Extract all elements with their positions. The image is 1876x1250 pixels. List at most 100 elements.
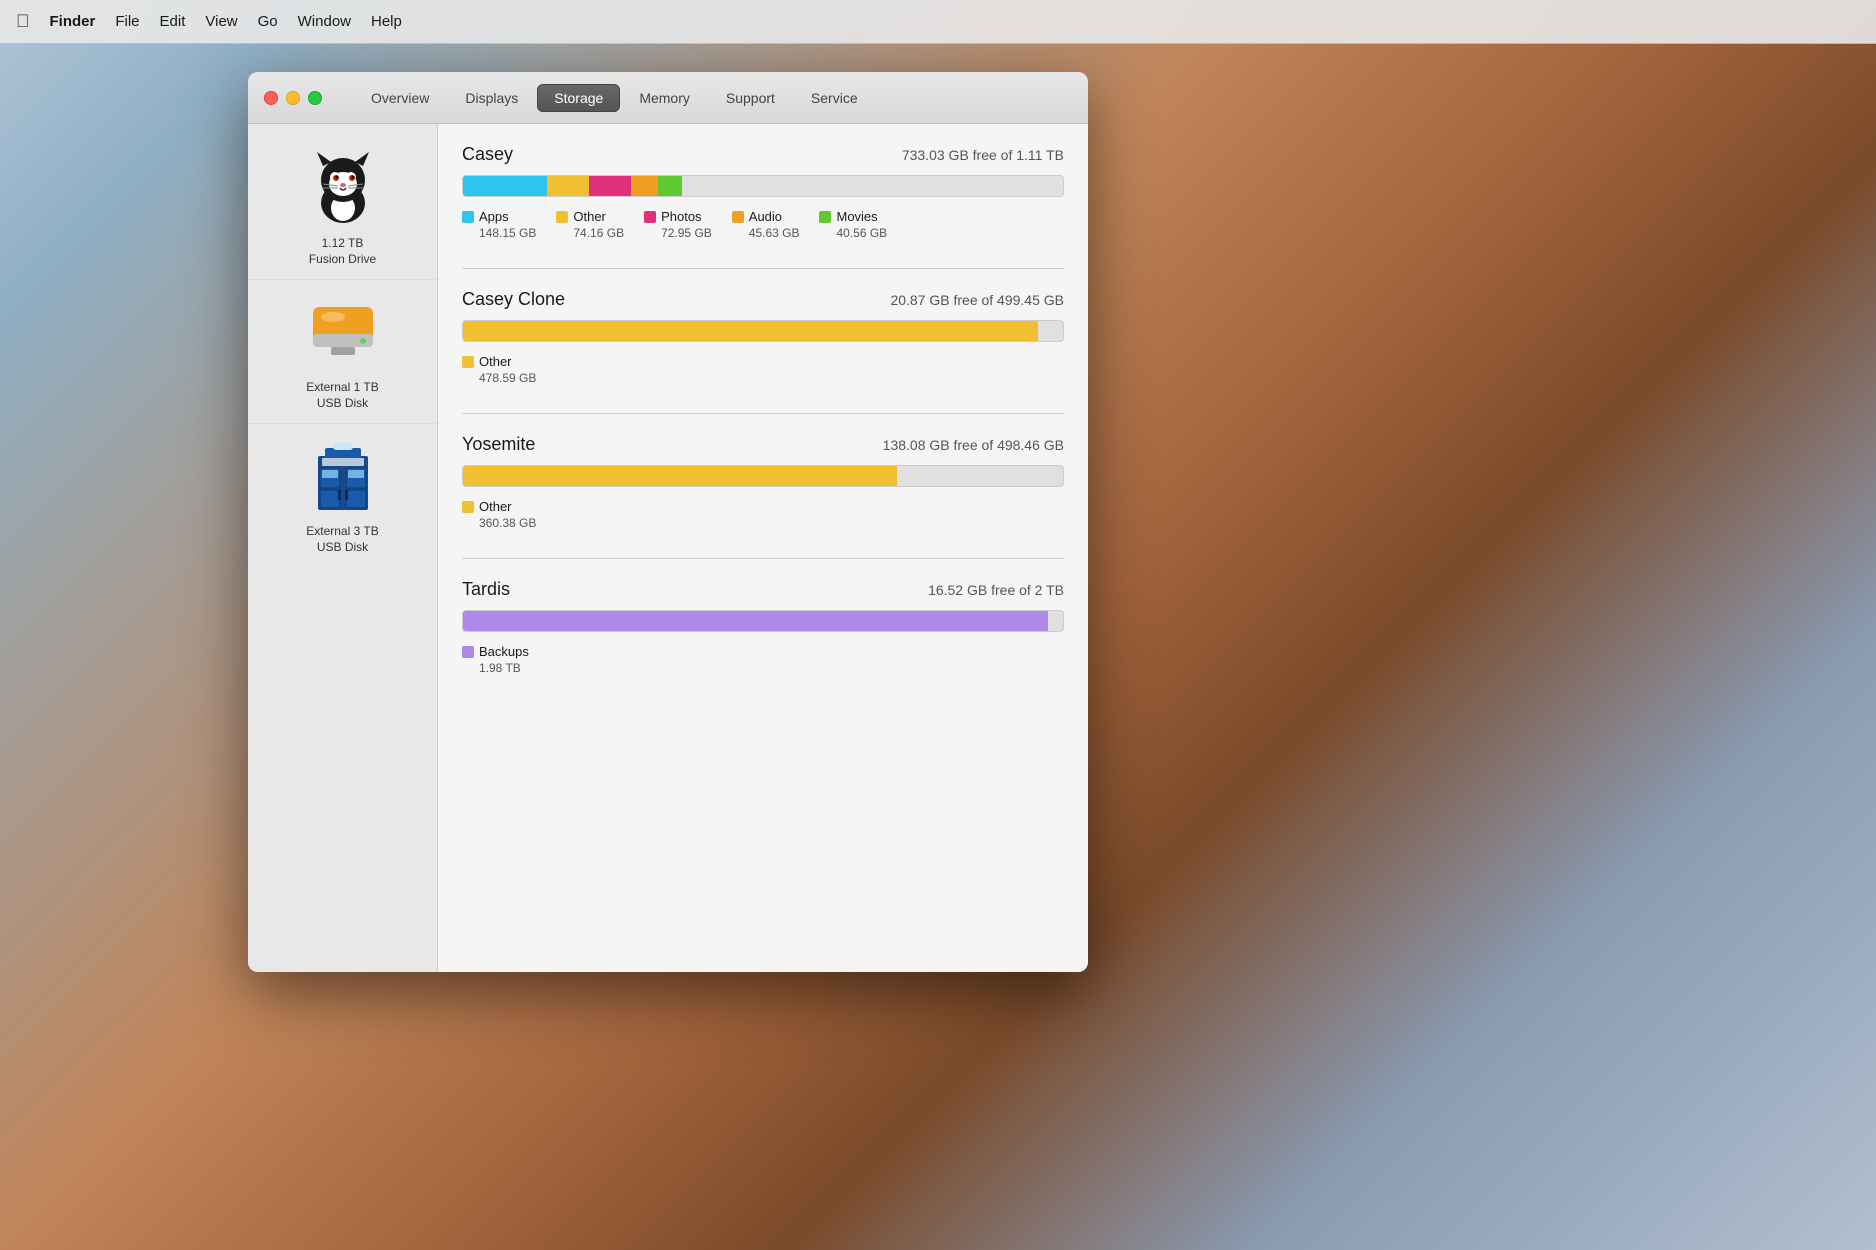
casey-apps-segment [463,176,547,196]
main-content: Casey 733.03 GB free of 1.11 TB Apps [438,124,1088,972]
external-1tb-label: External 1 TB USB Disk [306,380,378,411]
yosemite-other-color [462,501,474,513]
storage-row-casey: Casey 733.03 GB free of 1.11 TB Apps [462,144,1064,240]
storage-row-tardis: Tardis 16.52 GB free of 2 TB Backups 1.9… [462,579,1064,675]
yosemite-name: Yosemite [462,434,535,455]
legend-photos: Photos 72.95 GB [644,209,712,240]
casey-clone-other-segment [463,321,1038,341]
photos-value: 72.95 GB [661,226,712,240]
tardis-drive-name: Tardis [462,579,510,600]
casey-audio-segment [631,176,658,196]
casey-other-segment [547,176,589,196]
apps-color [462,211,474,223]
storage-row-casey-clone: Casey Clone 20.87 GB free of 499.45 GB O… [462,289,1064,385]
casey-clone-progress-bar [462,320,1064,342]
tab-support[interactable]: Support [709,84,792,112]
apple-menu-icon[interactable]:  [16,11,30,32]
casey-legend: Apps 148.15 GB Other 74.16 GB [462,209,1064,240]
backups-label: Backups [479,644,529,659]
sidebar-item-external-1tb[interactable]: External 1 TB USB Disk [248,280,437,424]
clone-other-color [462,356,474,368]
other-value: 74.16 GB [573,226,624,240]
audio-label: Audio [749,209,782,224]
movies-value: 40.56 GB [836,226,887,240]
tab-service[interactable]: Service [794,84,875,112]
yosemite-progress-bar [462,465,1064,487]
legend-apps: Apps 148.15 GB [462,209,536,240]
tab-overview[interactable]: Overview [354,84,446,112]
tab-displays[interactable]: Displays [448,84,535,112]
yosemite-other-segment [463,466,897,486]
yosemite-legend: Other 360.38 GB [462,499,1064,530]
other-color [556,211,568,223]
window-body: 1.12 TB Fusion Drive [248,124,1088,972]
maximize-button[interactable] [308,91,322,105]
casey-drive-name: Casey [462,144,513,165]
menu-edit[interactable]: Edit [160,13,186,30]
menubar:  Finder File Edit View Go Window Help [0,0,1876,44]
casey-movies-segment [658,176,682,196]
tab-memory[interactable]: Memory [622,84,707,112]
tardis-backups-segment [463,611,1048,631]
apps-label: Apps [479,209,509,224]
backups-color [462,646,474,658]
casey-photos-segment [589,176,631,196]
casey-free-space: 733.03 GB free of 1.11 TB [902,147,1064,163]
casey-clone-header: Casey Clone 20.87 GB free of 499.45 GB [462,289,1064,310]
legend-clone-other: Other 478.59 GB [462,354,536,385]
movies-label: Movies [836,209,877,224]
casey-header: Casey 733.03 GB free of 1.11 TB [462,144,1064,165]
legend-backups: Backups 1.98 TB [462,644,529,675]
apps-value: 148.15 GB [479,226,536,240]
casey-clone-legend: Other 478.59 GB [462,354,1064,385]
backups-value: 1.98 TB [479,661,521,675]
photos-label: Photos [661,209,701,224]
sidebar: 1.12 TB Fusion Drive [248,124,438,972]
yosemite-other-value: 360.38 GB [479,516,536,530]
casey-clone-name: Casey Clone [462,289,565,310]
minimize-button[interactable] [286,91,300,105]
audio-value: 45.63 GB [749,226,800,240]
divider-2 [462,413,1064,414]
legend-yosemite-other: Other 360.38 GB [462,499,536,530]
menu-help[interactable]: Help [371,13,402,30]
menu-finder[interactable]: Finder [50,13,96,30]
legend-audio: Audio 45.63 GB [732,209,800,240]
casey-clone-free: 20.87 GB free of 499.45 GB [890,292,1064,308]
other-label: Other [573,209,606,224]
close-button[interactable] [264,91,278,105]
sidebar-item-tardis[interactable]: External 3 TB USB Disk [248,424,437,567]
divider-1 [462,268,1064,269]
storage-row-yosemite: Yosemite 138.08 GB free of 498.46 GB Oth… [462,434,1064,530]
clone-other-label: Other [479,354,512,369]
tardis-icon [303,436,383,516]
about-this-mac-window: Overview Displays Storage Memory Support… [248,72,1088,972]
audio-color [732,211,744,223]
tardis-free: 16.52 GB free of 2 TB [928,582,1064,598]
menu-go[interactable]: Go [258,13,278,30]
menu-window[interactable]: Window [298,13,351,30]
sylvester-icon [303,148,383,228]
casey-drive-label: 1.12 TB Fusion Drive [309,236,376,267]
tardis-label: External 3 TB USB Disk [306,524,378,555]
titlebar: Overview Displays Storage Memory Support… [248,72,1088,124]
legend-other-casey: Other 74.16 GB [556,209,624,240]
menu-file[interactable]: File [115,13,139,30]
external-disk-icon [303,292,383,372]
tardis-header: Tardis 16.52 GB free of 2 TB [462,579,1064,600]
photos-color [644,211,656,223]
casey-progress-bar [462,175,1064,197]
yosemite-header: Yosemite 138.08 GB free of 498.46 GB [462,434,1064,455]
movies-color [819,211,831,223]
tab-storage[interactable]: Storage [537,84,620,112]
menu-view[interactable]: View [205,13,237,30]
legend-movies: Movies 40.56 GB [819,209,887,240]
yosemite-free: 138.08 GB free of 498.46 GB [883,437,1064,453]
divider-3 [462,558,1064,559]
tab-bar: Overview Displays Storage Memory Support… [354,84,875,112]
tardis-progress-bar [462,610,1064,632]
sidebar-item-casey[interactable]: 1.12 TB Fusion Drive [248,136,437,280]
tardis-legend: Backups 1.98 TB [462,644,1064,675]
yosemite-other-label: Other [479,499,512,514]
clone-other-value: 478.59 GB [479,371,536,385]
